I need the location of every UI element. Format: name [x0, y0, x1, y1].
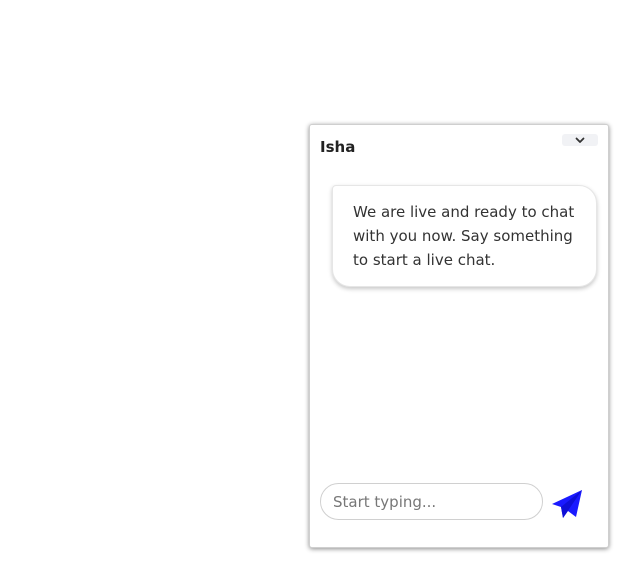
message-list: We are live and ready to chat with you n…	[310, 169, 608, 469]
message-composer	[310, 483, 608, 547]
welcome-message: We are live and ready to chat with you n…	[353, 203, 575, 269]
agent-message-bubble: We are live and ready to chat with you n…	[332, 185, 597, 287]
paper-plane-icon	[550, 487, 584, 521]
send-button[interactable]	[550, 487, 584, 521]
chevron-down-icon	[575, 137, 585, 144]
page: Isha We are live and ready to chat with …	[0, 0, 617, 562]
message-input[interactable]	[320, 483, 543, 520]
chat-widget: Isha We are live and ready to chat with …	[309, 124, 609, 548]
chat-header: Isha	[310, 125, 608, 169]
minimize-button[interactable]	[562, 134, 598, 146]
agent-name: Isha	[320, 138, 356, 156]
